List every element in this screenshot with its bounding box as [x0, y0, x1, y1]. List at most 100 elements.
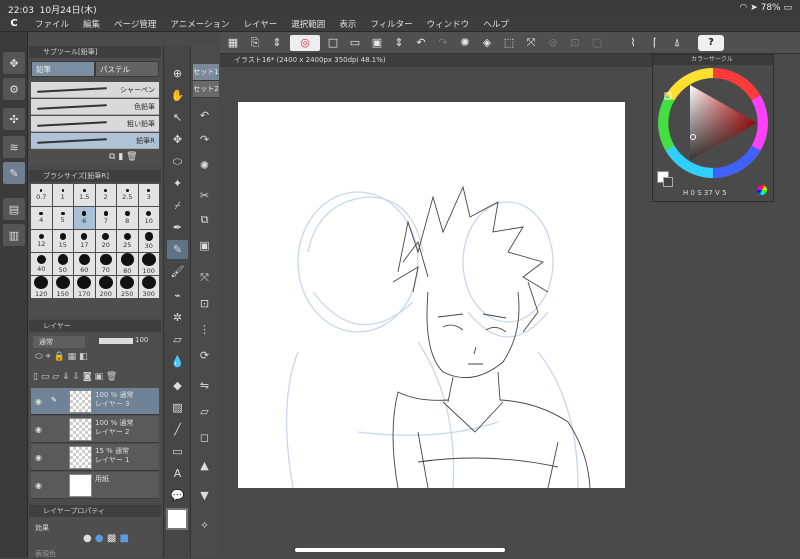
menu-page[interactable]: ページ管理	[107, 18, 163, 30]
tab-pencil[interactable]: 鉛筆	[31, 61, 95, 77]
brush-item-selected[interactable]: 鉛筆R	[31, 133, 159, 149]
clear-icon[interactable]: ▣	[94, 372, 103, 382]
new-subtool-icon[interactable]: ▮	[118, 152, 123, 162]
select-icon[interactable]: ⬚	[500, 35, 518, 51]
eyedropper-icon[interactable]: ⌿	[167, 196, 188, 215]
menu-animation[interactable]: アニメーション	[163, 18, 236, 30]
up-arrow-icon[interactable]: ▲	[194, 456, 215, 475]
brush-size-option[interactable]: 300	[138, 276, 159, 298]
flip-icon[interactable]: ⇋	[194, 376, 215, 395]
menu-help[interactable]: ヘルプ	[476, 18, 516, 30]
gradient-icon[interactable]: ▨	[167, 398, 188, 417]
eraser-side-icon[interactable]: ▱	[194, 402, 215, 421]
zoom-icon[interactable]: ⊕	[167, 64, 188, 83]
pen-icon[interactable]: ✒	[167, 218, 188, 237]
brush-item[interactable]: シャーペン	[31, 82, 159, 98]
eye-icon[interactable]: ◉	[35, 481, 42, 490]
rotate-icon[interactable]: ⟳	[194, 346, 215, 365]
layer-color-icon[interactable]: ■	[119, 533, 128, 544]
hue-wheel[interactable]	[657, 67, 769, 179]
lock-transparency-icon[interactable]: ▦	[68, 352, 77, 362]
brush-size-option[interactable]: 200	[95, 276, 116, 298]
document-tab[interactable]: イラスト16* (2400 x 2400px 350dpi 48.1%)	[220, 54, 652, 67]
mask-icon[interactable]: ◧	[79, 352, 88, 362]
crop-icon[interactable]: ⊡	[566, 35, 584, 51]
sat-value[interactable]: 37	[704, 189, 713, 197]
zoom-arrows-icon[interactable]: ⇕	[268, 35, 286, 51]
brush-size-option[interactable]: 20	[95, 230, 116, 252]
blend-mode-select[interactable]: 通常	[33, 336, 85, 348]
decoration-icon[interactable]: ✲	[167, 308, 188, 327]
brush-size-option[interactable]: 100	[138, 253, 159, 275]
pencil-tool-icon[interactable]: ✎	[167, 240, 188, 259]
transform-side-icon[interactable]: ⤧	[194, 268, 215, 287]
transfer-icon[interactable]: ⇩	[72, 372, 80, 382]
invert-icon[interactable]: ▢	[588, 35, 606, 51]
grid-icon[interactable]: ▦	[224, 35, 242, 51]
scale-icon[interactable]: ⊡	[194, 294, 215, 313]
border-effect-icon[interactable]: ●	[83, 533, 92, 544]
brush-size-option[interactable]: 5	[52, 207, 73, 229]
brush-item[interactable]: 色鉛筆	[31, 99, 159, 115]
navigator-icon[interactable]: ▤	[3, 198, 25, 220]
blend-icon[interactable]: 💧	[167, 352, 188, 371]
brush-size-option[interactable]: 6	[74, 207, 95, 229]
brush-icon[interactable]: 🖌	[167, 262, 188, 281]
brush-stack-icon[interactable]: ≋	[3, 136, 25, 158]
fill-tool-icon[interactable]: ◆	[167, 376, 188, 395]
brush-size-option[interactable]: 1.5	[74, 184, 95, 206]
move-icon[interactable]: ✥	[3, 52, 25, 74]
menu-selection[interactable]: 選択範囲	[284, 18, 332, 30]
pen-tool-icon[interactable]: ✎	[3, 162, 25, 184]
layer-move-icon[interactable]: ✣	[3, 108, 25, 130]
brush-size-option[interactable]: 17	[74, 230, 95, 252]
set-tab-1[interactable]: セット1	[193, 64, 219, 81]
mesh-icon[interactable]: ⋮	[194, 320, 215, 339]
layer-row[interactable]: ◉ 15 % 通常 レイヤー 1	[31, 444, 159, 471]
opacity-value[interactable]: 100	[135, 336, 148, 344]
new-raster-layer-icon[interactable]: ▯	[33, 372, 38, 382]
deselect-icon[interactable]: ⊘	[544, 35, 562, 51]
paste-icon[interactable]: ▣	[194, 236, 215, 255]
layer-row[interactable]: ◉ 100 % 通常 レイヤー 2	[31, 416, 159, 443]
menu-layer[interactable]: レイヤー	[237, 18, 285, 30]
brush-size-option[interactable]: 250	[117, 276, 138, 298]
copy-subtool-icon[interactable]: ⧉	[109, 152, 115, 162]
brush-size-option[interactable]: 60	[74, 253, 95, 275]
brush-size-option[interactable]: 2.5	[117, 184, 138, 206]
ruler-icon[interactable]: ⍋	[668, 35, 686, 51]
fill-icon[interactable]: ◈	[478, 35, 496, 51]
text-icon[interactable]: A	[167, 464, 188, 483]
color-swatch-sub[interactable]	[663, 177, 673, 187]
canvas-paper[interactable]	[238, 102, 625, 489]
spinner-icon[interactable]: ✺	[194, 156, 215, 175]
material-icon[interactable]: ▥	[3, 224, 25, 246]
app-logo-icon[interactable]: C	[0, 18, 28, 29]
brush-size-option[interactable]: 15	[52, 230, 73, 252]
brush-size-option[interactable]: 50	[52, 253, 73, 275]
hue-value[interactable]: 0	[691, 189, 695, 197]
loading-icon[interactable]: ✺	[456, 35, 474, 51]
frame-icon[interactable]: ▭	[167, 442, 188, 461]
lock-icon[interactable]: 🔒	[54, 352, 65, 362]
help-button[interactable]: ?	[698, 34, 724, 51]
brush-size-option[interactable]: 10	[138, 207, 159, 229]
eraser-icon[interactable]: ▱	[167, 330, 188, 349]
mask-add-icon[interactable]: ◙	[83, 372, 92, 382]
layer-row[interactable]: ◉ 用紙	[31, 472, 159, 499]
brush-size-option[interactable]: 80	[117, 253, 138, 275]
brush-size-option[interactable]: 30	[138, 230, 159, 252]
figure-icon[interactable]: ╱	[167, 420, 188, 439]
brush-size-option[interactable]: 3	[138, 184, 159, 206]
brush-size-option[interactable]: 2	[95, 184, 116, 206]
camera-icon[interactable]: ⎘	[246, 35, 264, 51]
menu-filter[interactable]: フィルター	[363, 18, 419, 30]
cut-icon[interactable]: ✂	[194, 186, 215, 205]
merge-down-icon[interactable]: ⇓	[62, 372, 70, 382]
copy-icon[interactable]: ⧉	[194, 210, 215, 229]
opacity-slider[interactable]	[99, 338, 133, 344]
new-folder-icon[interactable]: ▱	[52, 372, 59, 382]
tone-effect-icon[interactable]: ▩	[107, 533, 116, 544]
redo-side-icon[interactable]: ↷	[194, 130, 215, 149]
brush-size-option[interactable]: 7	[95, 207, 116, 229]
